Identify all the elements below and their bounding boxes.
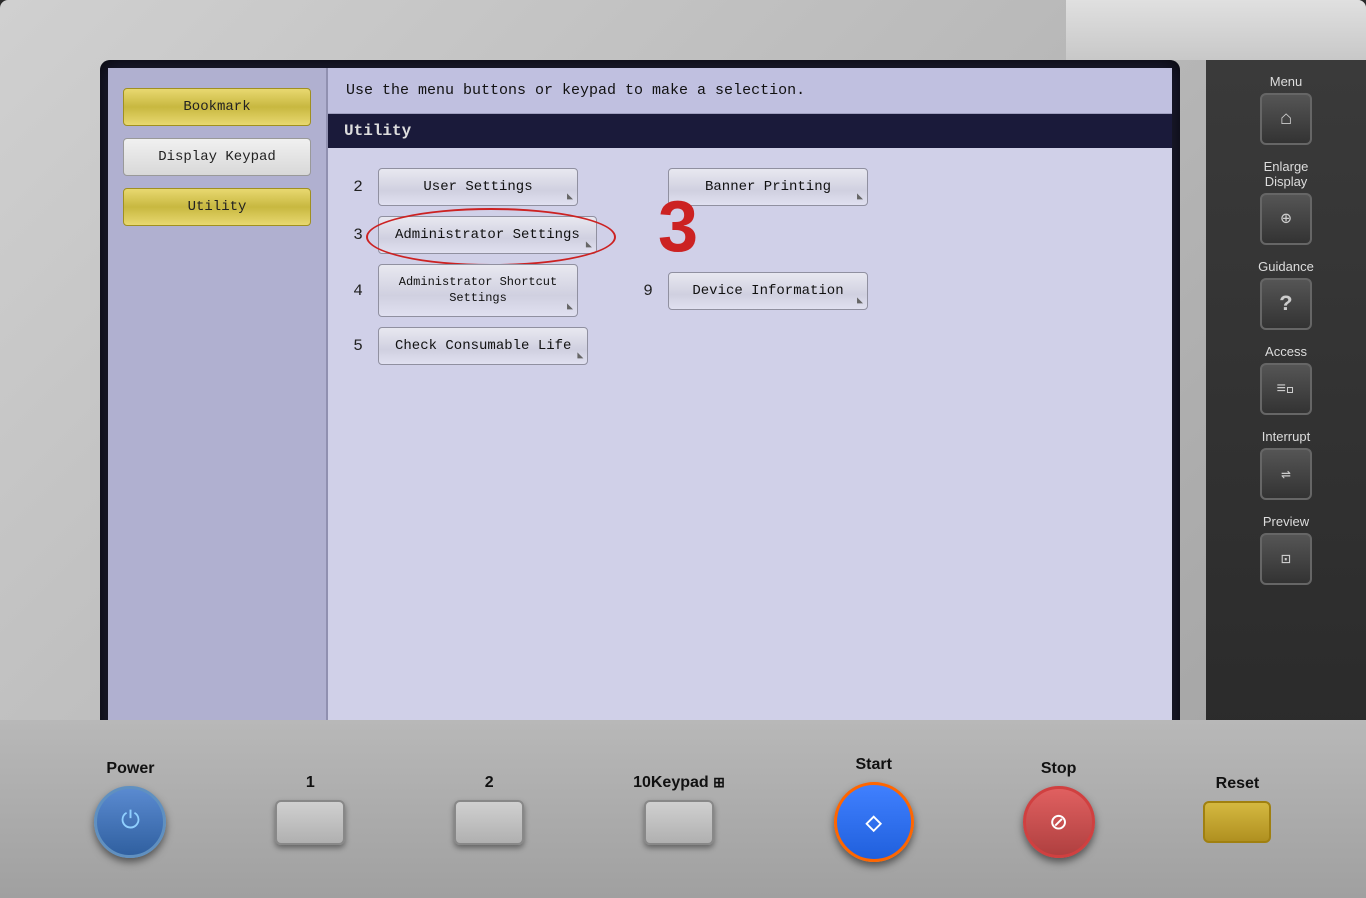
admin-btn-wrapper: Administrator Settings <box>378 216 597 254</box>
menu-left-3: 4 Administrator ShortcutSettings <box>348 264 578 317</box>
start-label: Start <box>855 756 891 774</box>
menu-row-1: 2 User Settings Banner Printing <box>348 168 1152 206</box>
power-button[interactable]: ⏻ <box>94 786 166 858</box>
instruction-bar: Use the menu buttons or keypad to make a… <box>328 68 1172 114</box>
start-icon: ◇ <box>865 805 882 840</box>
bottom-panel: Power ⏻ 1 2 10Keypad ⊞ Start ◇ <box>0 720 1366 898</box>
section-header: Utility <box>328 114 1172 148</box>
btn2-item: 2 <box>454 774 524 845</box>
menu-number-9: 9 <box>638 282 658 300</box>
stop-icon: ⊘ <box>1050 805 1067 840</box>
stop-item: Stop ⊘ <box>1023 760 1095 858</box>
menu-right-3: 9 Device Information <box>638 272 868 310</box>
menu-panel-label: Menu <box>1270 74 1303 89</box>
preview-panel-item: Preview ⊡ <box>1260 510 1312 589</box>
utility-button[interactable]: Utility <box>123 188 311 226</box>
power-item: Power ⏻ <box>94 760 166 858</box>
access-panel-item: Access ≡⃣ <box>1260 340 1312 419</box>
btn1-item: 1 <box>275 774 345 845</box>
menu-panel-btn[interactable]: ⌂ <box>1260 93 1312 145</box>
enlarge-display-label: Enlarge Display <box>1264 159 1309 189</box>
menu-number-2: 2 <box>348 178 368 196</box>
menu-number-5: 5 <box>348 337 368 355</box>
enlarge-display-panel-item: Enlarge Display ⊕ <box>1260 155 1312 249</box>
device-information-button[interactable]: Device Information <box>668 272 868 310</box>
menu-area: 2 User Settings Banner Printing 3 <box>328 148 1172 725</box>
right-panel: Menu ⌂ Enlarge Display ⊕ Guidance ? Acce… <box>1206 60 1366 780</box>
power-label: Power <box>106 760 154 778</box>
start-item: Start ◇ <box>834 756 914 862</box>
check-consumable-life-button[interactable]: Check Consumable Life <box>378 327 588 365</box>
sidebar: Bookmark Display Keypad Utility <box>108 68 328 772</box>
power-icon: ⏻ <box>121 808 140 836</box>
paper-tray <box>1066 0 1366 60</box>
menu-left-1: 2 User Settings <box>348 168 578 206</box>
keypad-button[interactable] <box>644 800 714 845</box>
instruction-text: Use the menu buttons or keypad to make a… <box>346 82 805 99</box>
display-keypad-button[interactable]: Display Keypad <box>123 138 311 176</box>
stop-label: Stop <box>1041 760 1077 778</box>
menu-number-3: 3 <box>348 226 368 244</box>
user-settings-button[interactable]: User Settings <box>378 168 578 206</box>
screen-inner: Bookmark Display Keypad Utility Use the … <box>108 68 1172 772</box>
reset-item: Reset <box>1203 775 1271 843</box>
section-title: Utility <box>344 122 411 140</box>
guidance-label: Guidance <box>1258 259 1314 274</box>
main-content: Use the menu buttons or keypad to make a… <box>328 68 1172 772</box>
banner-printing-button[interactable]: Banner Printing <box>668 168 868 206</box>
reset-label: Reset <box>1216 775 1260 793</box>
printer-body: Menu ⌂ Enlarge Display ⊕ Guidance ? Acce… <box>0 0 1366 898</box>
menu-number-4: 4 <box>348 282 368 300</box>
keypad-item: 10Keypad ⊞ <box>633 774 725 845</box>
menu-row-2: 3 Administrator Settings 3 <box>348 216 1152 254</box>
btn1-label: 1 <box>306 774 315 792</box>
interrupt-panel-item: Interrupt ⇌ <box>1260 425 1312 504</box>
bookmark-button[interactable]: Bookmark <box>123 88 311 126</box>
btn2-label: 2 <box>485 774 494 792</box>
access-label: Access <box>1265 344 1307 359</box>
menu-row-3: 4 Administrator ShortcutSettings 9 Devic… <box>348 264 1152 317</box>
reset-button[interactable] <box>1203 801 1271 843</box>
enlarge-display-btn[interactable]: ⊕ <box>1260 193 1312 245</box>
keypad-label: 10Keypad ⊞ <box>633 774 725 792</box>
preview-label: Preview <box>1263 514 1309 529</box>
stop-button[interactable]: ⊘ <box>1023 786 1095 858</box>
guidance-btn[interactable]: ? <box>1260 278 1312 330</box>
guidance-panel-item: Guidance ? <box>1258 255 1314 334</box>
access-btn[interactable]: ≡⃣ <box>1260 363 1312 415</box>
menu-right-1: Banner Printing <box>638 168 868 206</box>
interrupt-label: Interrupt <box>1262 429 1310 444</box>
menu-row-4: 5 Check Consumable Life <box>348 327 1152 365</box>
start-button[interactable]: ◇ <box>834 782 914 862</box>
administrator-settings-button[interactable]: Administrator Settings <box>378 216 597 254</box>
screen-container: Bookmark Display Keypad Utility Use the … <box>100 60 1180 780</box>
preview-btn[interactable]: ⊡ <box>1260 533 1312 585</box>
button-1[interactable] <box>275 800 345 845</box>
menu-panel-item: Menu ⌂ <box>1260 70 1312 149</box>
interrupt-btn[interactable]: ⇌ <box>1260 448 1312 500</box>
button-2[interactable] <box>454 800 524 845</box>
administrator-shortcut-settings-button[interactable]: Administrator ShortcutSettings <box>378 264 578 317</box>
